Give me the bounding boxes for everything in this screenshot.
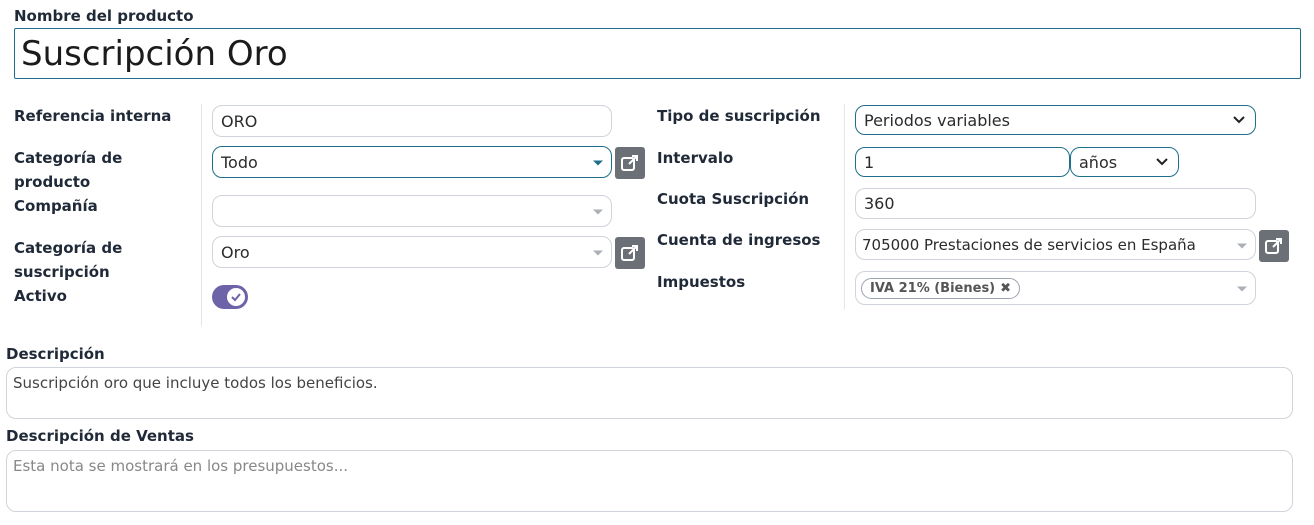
external-link-icon bbox=[621, 245, 638, 261]
external-link-icon bbox=[1265, 238, 1282, 254]
sales-description-textarea[interactable]: Esta nota se mostrará en los presupuesto… bbox=[6, 450, 1293, 512]
chevron-down-icon bbox=[1233, 116, 1245, 124]
internal-ref-value: ORO bbox=[221, 111, 258, 131]
tax-tag-label: IVA 21% (Bienes) bbox=[870, 280, 996, 296]
subscription-type-label: Tipo de suscripción bbox=[657, 107, 821, 125]
income-account-label: Cuenta de ingresos bbox=[657, 231, 821, 249]
subscription-category-value: Oro bbox=[221, 242, 250, 262]
subscription-category-external-button[interactable] bbox=[615, 237, 645, 269]
description-textarea[interactable]: Suscripción oro que incluye todos los be… bbox=[6, 367, 1293, 419]
product-category-label: Categoría de producto bbox=[14, 146, 122, 194]
subscription-fee-input[interactable]: 360 bbox=[855, 188, 1256, 219]
internal-ref-label: Referencia interna bbox=[14, 107, 172, 125]
income-account-select[interactable]: 705000 Prestaciones de servicios en Espa… bbox=[855, 229, 1256, 260]
active-label: Activo bbox=[14, 287, 67, 305]
internal-ref-input[interactable]: ORO bbox=[212, 105, 612, 137]
right-column-divider bbox=[844, 104, 845, 310]
subscription-fee-value: 360 bbox=[864, 194, 895, 213]
left-column-divider bbox=[201, 104, 202, 326]
income-account-external-button[interactable] bbox=[1259, 230, 1289, 262]
caret-down-icon bbox=[1237, 286, 1247, 292]
product-name-value: Suscripción Oro bbox=[21, 33, 288, 74]
income-account-value: 705000 Prestaciones de servicios en Espa… bbox=[862, 235, 1196, 254]
taxes-select[interactable]: IVA 21% (Bienes) ✖ bbox=[855, 271, 1256, 305]
check-icon bbox=[231, 293, 241, 302]
interval-input[interactable]: 1 bbox=[855, 147, 1070, 177]
interval-label: Intervalo bbox=[657, 149, 734, 167]
caret-down-icon bbox=[593, 209, 603, 215]
product-name-input[interactable]: Suscripción Oro bbox=[14, 28, 1301, 79]
subscription-category-label: Categoría de suscripción bbox=[14, 236, 122, 284]
caret-down-icon bbox=[1237, 243, 1247, 248]
description-label: Descripción bbox=[6, 345, 105, 363]
company-select[interactable] bbox=[212, 195, 612, 227]
interval-unit-value: años bbox=[1079, 152, 1118, 172]
product-category-select[interactable]: Todo bbox=[212, 146, 612, 178]
subscription-category-select[interactable]: Oro bbox=[212, 236, 612, 268]
external-link-icon bbox=[621, 155, 638, 171]
subscription-type-select[interactable]: Periodos variables bbox=[855, 105, 1256, 135]
sales-description-label: Descripción de Ventas bbox=[6, 427, 194, 445]
chevron-down-icon bbox=[1156, 158, 1168, 166]
active-toggle[interactable] bbox=[212, 285, 248, 309]
tax-tag: IVA 21% (Bienes) ✖ bbox=[861, 277, 1021, 299]
product-category-external-button[interactable] bbox=[615, 147, 645, 179]
sales-description-placeholder: Esta nota se mostrará en los presupuesto… bbox=[13, 457, 349, 475]
subscription-type-value: Periodos variables bbox=[864, 110, 1010, 130]
company-label: Compañía bbox=[14, 197, 98, 215]
subscription-fee-label: Cuota Suscripción bbox=[657, 190, 810, 208]
interval-unit-select[interactable]: años bbox=[1070, 147, 1179, 177]
product-category-value: Todo bbox=[221, 152, 258, 172]
subscription-category-label-line2: suscripción bbox=[14, 263, 110, 281]
product-category-label-line2: producto bbox=[14, 173, 91, 191]
description-value: Suscripción oro que incluye todos los be… bbox=[13, 374, 378, 392]
caret-down-icon bbox=[593, 250, 603, 256]
caret-down-icon bbox=[593, 160, 603, 166]
interval-value: 1 bbox=[864, 152, 875, 172]
taxes-label: Impuestos bbox=[657, 273, 746, 291]
product-category-label-line1: Categoría de bbox=[14, 149, 123, 167]
product-name-label: Nombre del producto bbox=[14, 7, 194, 25]
remove-tag-icon[interactable]: ✖ bbox=[1000, 281, 1011, 296]
toggle-knob bbox=[227, 288, 245, 306]
subscription-category-label-line1: Categoría de bbox=[14, 239, 123, 257]
